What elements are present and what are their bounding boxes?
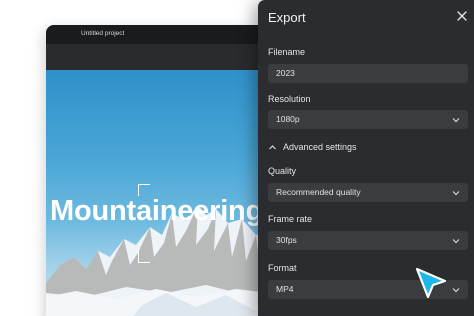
format-label: Format [268, 263, 297, 273]
editor-title-bar: Untitled project [46, 25, 286, 44]
format-value: MP4 [276, 284, 294, 294]
mountain-image [46, 205, 286, 316]
video-canvas[interactable]: Mountaineering [46, 70, 286, 316]
frame-rate-value: 30fps [276, 235, 297, 245]
quality-value: Recommended quality [276, 187, 361, 197]
chevron-down-icon [452, 288, 460, 293]
frame-rate-select[interactable]: 30fps [268, 231, 468, 250]
canvas-text-layer[interactable]: Mountaineering [50, 195, 263, 228]
cursor-pointer-icon [415, 267, 447, 299]
filename-field[interactable]: 2023 [268, 64, 468, 83]
advanced-settings-toggle[interactable]: Advanced settings [268, 141, 357, 153]
chevron-down-icon [452, 239, 460, 244]
filename-value: 2023 [276, 68, 295, 78]
panel-title: Export [268, 10, 306, 25]
chevron-up-icon [269, 144, 276, 149]
advanced-settings-label: Advanced settings [283, 142, 357, 152]
editor-window: Untitled project Mountaineering [46, 25, 286, 316]
resolution-value: 1080p [276, 114, 300, 124]
resolution-select[interactable]: 1080p [268, 110, 468, 129]
project-title[interactable]: Untitled project [81, 30, 124, 37]
chevron-down-icon [452, 191, 460, 196]
quality-label: Quality [268, 166, 297, 176]
selection-handle[interactable] [138, 251, 150, 263]
frame-rate-label: Frame rate [268, 214, 313, 224]
quality-select[interactable]: Recommended quality [268, 183, 468, 202]
filename-label: Filename [268, 47, 306, 57]
close-icon[interactable] [456, 10, 468, 22]
chevron-down-icon [452, 118, 460, 123]
resolution-label: Resolution [268, 94, 311, 104]
